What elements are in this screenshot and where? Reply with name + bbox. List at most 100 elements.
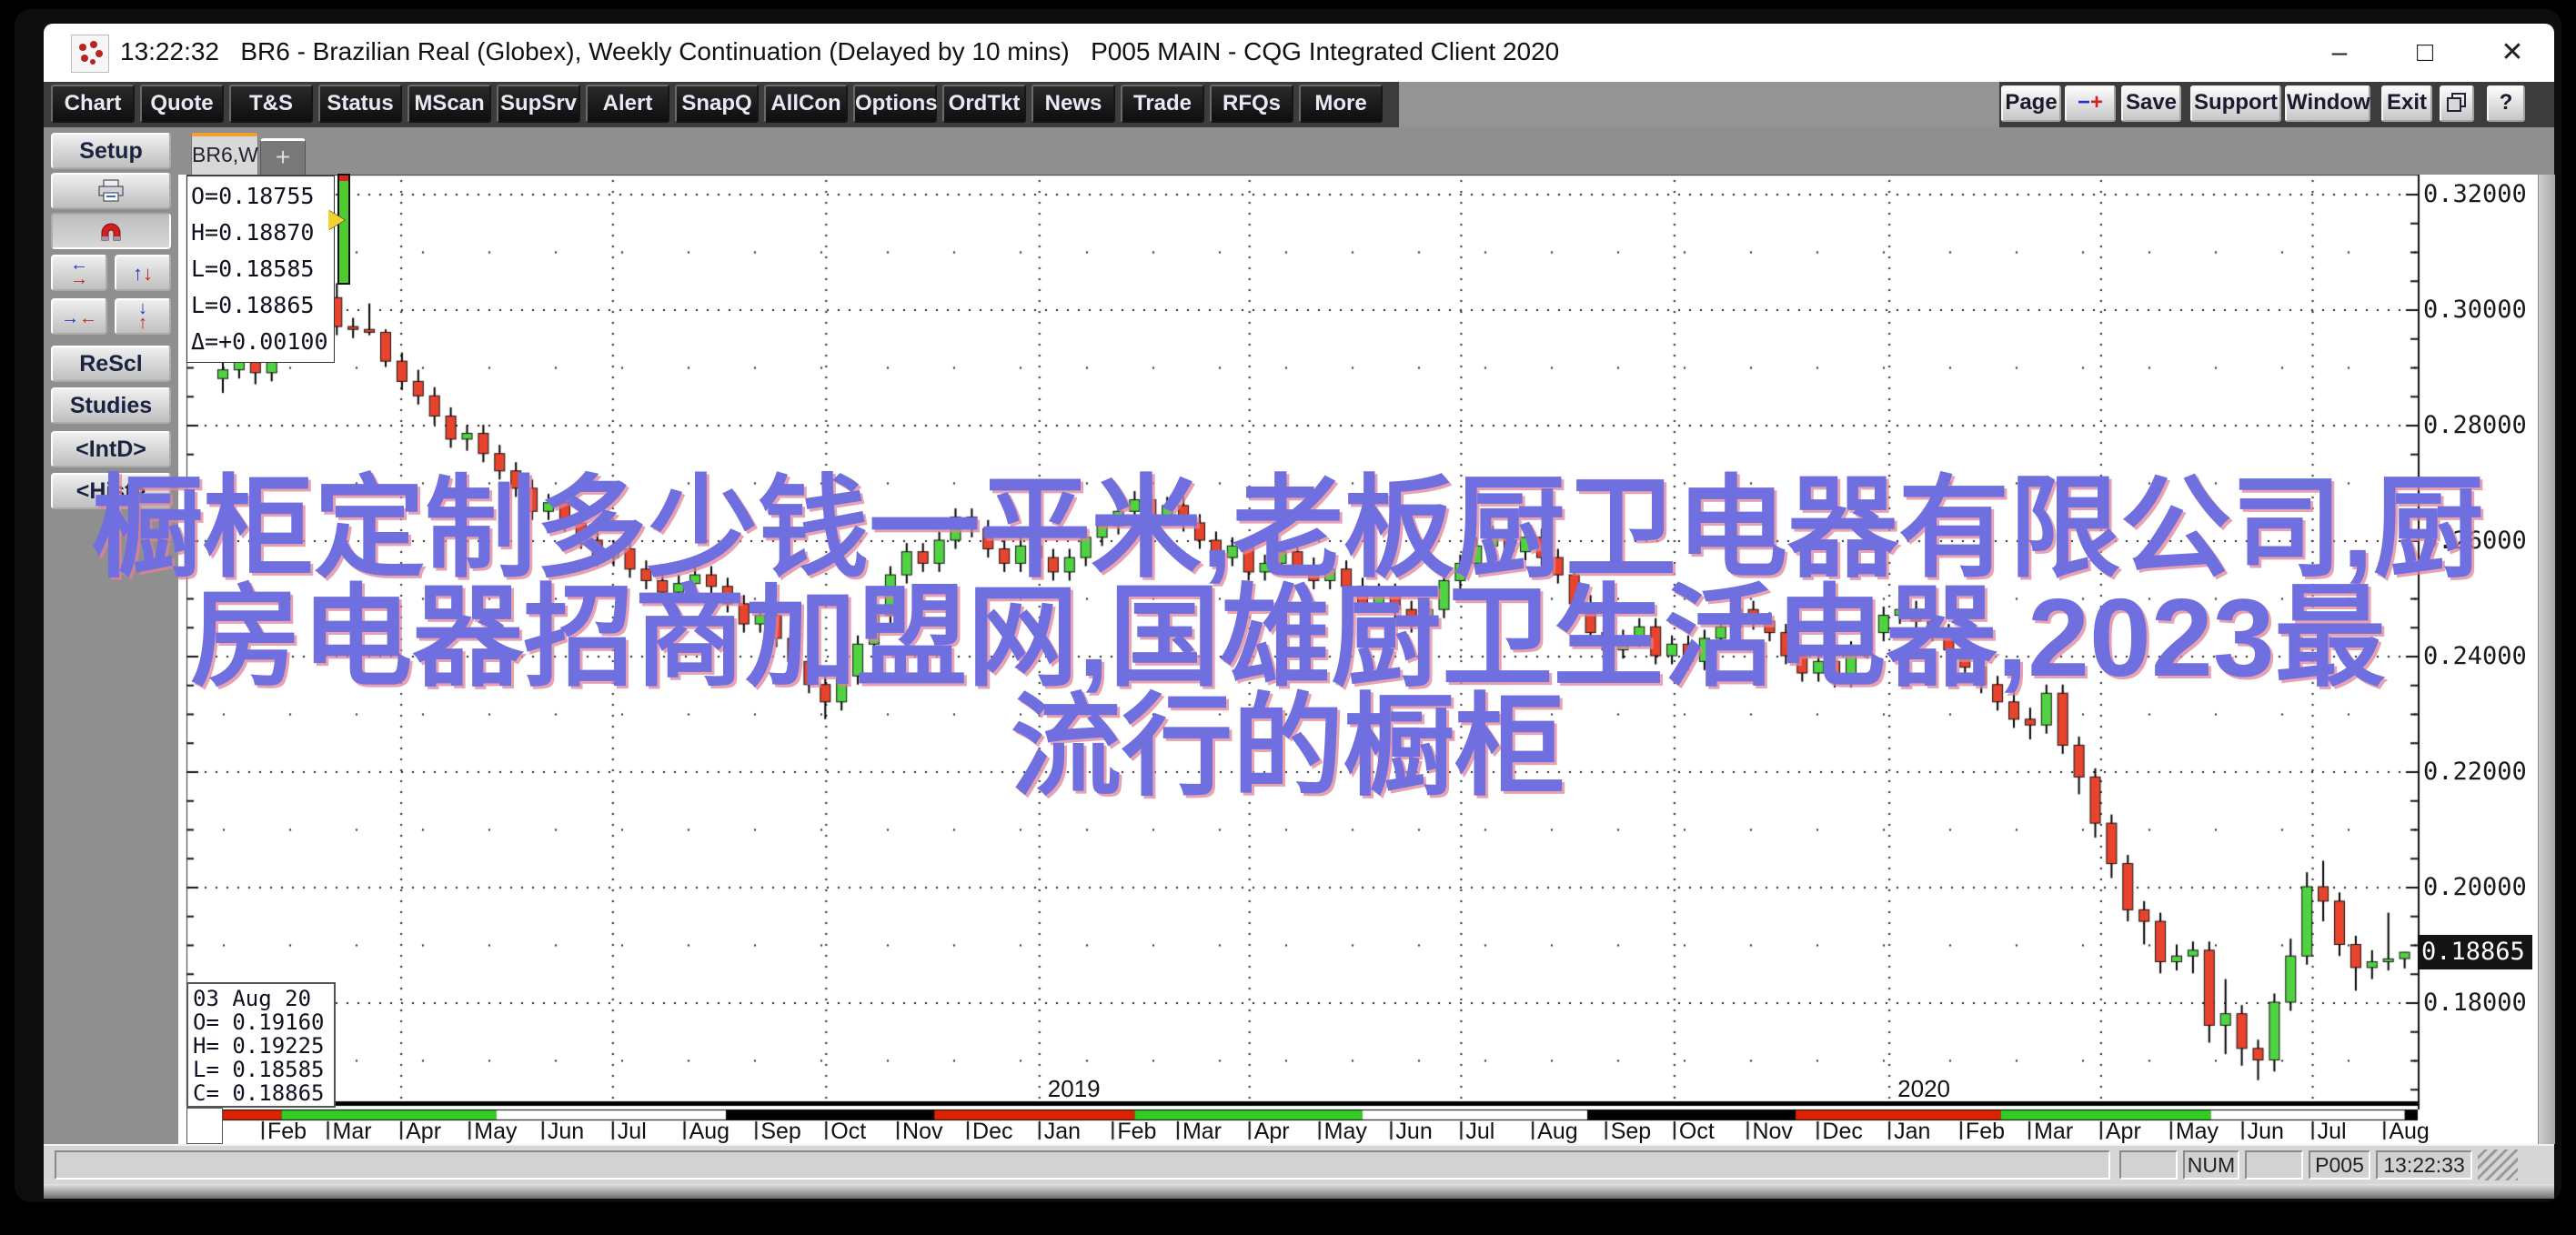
main-toolbar: Chart Quote T&S Status MScan SupSrv Aler… — [44, 82, 2554, 127]
swap-vertical-icon: ↑↓ — [133, 262, 153, 285]
compress-vertical-icon: ↓ ↑ — [138, 298, 147, 333]
cqg-logo-icon — [71, 35, 109, 73]
intraday-button[interactable]: <IntD> — [51, 431, 171, 467]
status-empty-panel-1 — [2119, 1150, 2178, 1180]
toolbar-button-rfqs[interactable]: RFQs — [1210, 85, 1293, 123]
info-high: H= 0.19225 — [193, 1033, 325, 1059]
studies-button[interactable]: Studies — [51, 387, 171, 424]
price-gauge — [328, 173, 350, 285]
toolbar-button-alert[interactable]: Alert — [586, 85, 669, 123]
page-button[interactable]: Page — [2001, 85, 2061, 122]
quote-open: O=0.18755 — [191, 183, 315, 209]
setup-button[interactable]: Setup — [51, 133, 171, 169]
maximize-icon[interactable]: □ — [2398, 35, 2452, 71]
toolbar-button-snapq[interactable]: SnapQ — [675, 85, 759, 123]
minimize-icon[interactable]: – — [2312, 35, 2367, 71]
x-axis-month-label: Jul — [617, 1119, 647, 1144]
toolbar-button-allcon[interactable]: AllCon — [764, 85, 848, 123]
info-date: 03 Aug 20 — [193, 986, 312, 1011]
y-axis-label: 0.32000 — [2423, 180, 2527, 208]
toolbar-button-quote[interactable]: Quote — [140, 85, 224, 123]
x-axis-month-label: Mar — [332, 1119, 372, 1144]
x-axis-month-label: Oct — [1678, 1119, 1715, 1144]
toolbar-button-ordtkt[interactable]: OrdTkt — [942, 85, 1026, 123]
cascade-windows-icon[interactable] — [2440, 85, 2474, 122]
scroll-horizontal-button[interactable]: ← → — [51, 255, 107, 291]
close-icon[interactable]: ✕ — [2485, 35, 2540, 71]
toolbar-button-mscan[interactable]: MScan — [408, 85, 491, 123]
info-close: C= 0.18865 — [193, 1080, 325, 1106]
x-axis-month-label: Sep — [760, 1119, 801, 1144]
toolbar-button-news[interactable]: News — [1031, 85, 1115, 123]
print-button[interactable] — [51, 173, 171, 209]
tab-br6-weekly[interactable]: BR6,W — [191, 133, 258, 178]
zoom-button[interactable]: −+ — [2065, 85, 2116, 122]
tab-bar: BR6,W + — [178, 127, 2554, 178]
toolbar-button-status[interactable]: Status — [318, 85, 402, 123]
zoom-out-icon[interactable]: − — [2078, 90, 2090, 115]
axis-corner-cell — [186, 1108, 223, 1144]
help-icon[interactable]: ? — [2487, 85, 2525, 122]
resize-grip[interactable] — [2478, 1150, 2518, 1180]
zoom-in-icon[interactable]: + — [2090, 90, 2103, 115]
window-button[interactable]: Window — [2285, 85, 2370, 122]
window-title: 13:22:32 BR6 - Brazilian Real (Globex), … — [120, 37, 1560, 65]
toolbar-button-options[interactable]: Options — [853, 85, 938, 123]
x-axis-month-label: Dec — [1822, 1119, 1863, 1144]
x-axis-month-label: Feb — [267, 1119, 307, 1144]
toolbar-button-chart[interactable]: Chart — [51, 85, 135, 123]
y-axis-label: 0.28000 — [2423, 411, 2527, 439]
status-num-lock: NUM — [2183, 1150, 2239, 1180]
printer-icon — [97, 179, 125, 208]
gauge-pointer-icon — [328, 209, 345, 230]
x-axis-month-label: May — [2175, 1119, 2219, 1144]
compress-horizontal-button[interactable]: →← — [51, 298, 107, 335]
scroll-vertical-button[interactable]: ↑↓ — [115, 255, 171, 291]
cqg-client-window: 13:22:32 BR6 - Brazilian Real (Globex), … — [0, 0, 2576, 1235]
status-message-panel — [55, 1150, 2110, 1180]
cursor-info-box: 03 Aug 20 O= 0.19160 H= 0.19225 L= 0.18585 C… — [186, 982, 336, 1108]
x-axis-month-label: Jul — [2317, 1119, 2347, 1144]
quote-high: H=0.18870 — [191, 219, 315, 246]
save-button[interactable]: Save — [2121, 85, 2181, 122]
swap-horizontal-icon: ← → — [70, 255, 88, 289]
x-axis-month-label: Sep — [1610, 1119, 1652, 1144]
x-axis-month-label: Apr — [1253, 1119, 1290, 1144]
y-axis-label: 0.20000 — [2423, 873, 2527, 901]
y-axis-label: 0.18000 — [2423, 989, 2527, 1017]
x-axis-month-label: Feb — [1965, 1119, 2006, 1144]
x-axis-month-label: Apr — [406, 1119, 442, 1144]
x-axis-year-label: 2019 — [1047, 1075, 1101, 1102]
compress-vertical-button[interactable]: ↓ ↑ — [115, 298, 171, 335]
toolbar-button-trade[interactable]: Trade — [1121, 85, 1204, 123]
x-axis-month-label: Nov — [902, 1119, 943, 1144]
quote-last: L=0.18865 — [191, 292, 315, 318]
toolbar-button-more[interactable]: More — [1299, 85, 1383, 123]
quote-change: Δ=+0.00100 — [191, 328, 328, 355]
title-bar[interactable]: 13:22:32 BR6 - Brazilian Real (Globex), … — [44, 24, 2554, 82]
magnet-button[interactable] — [51, 213, 171, 249]
x-axis-month-label: Dec — [972, 1119, 1013, 1144]
toolbar-button-supsrv[interactable]: SupSrv — [497, 85, 580, 123]
watermark-line-3: 流行的橱柜 — [1011, 685, 1565, 808]
toolbar-spacer — [1399, 82, 1999, 127]
x-axis-month-label: May — [1323, 1119, 1367, 1144]
status-clock: 13:22:33 — [2376, 1150, 2472, 1180]
support-button[interactable]: Support — [2190, 85, 2281, 122]
x-axis-month-label: Mar — [1182, 1119, 1222, 1144]
x-axis-month-label: Jan — [1043, 1119, 1082, 1144]
x-axis-month-label: Jun — [1395, 1119, 1433, 1144]
watermark-line-2: 房电器招商加盟网,国雄厨卫生活电器,2023最 — [190, 576, 2386, 699]
compress-horizontal-icon: →← — [61, 308, 97, 328]
status-page-id: P005 — [2309, 1150, 2370, 1180]
exit-button[interactable]: Exit — [2381, 85, 2432, 122]
x-axis-month-label: May — [474, 1119, 518, 1144]
x-axis-month-label: Aug — [1537, 1119, 1578, 1144]
magnet-icon — [96, 223, 126, 251]
info-low: L= 0.18585 — [193, 1057, 325, 1082]
add-tab-button[interactable]: + — [260, 138, 306, 178]
rescale-button[interactable]: ReScl — [51, 346, 171, 382]
toolbar-button-ts[interactable]: T&S — [229, 85, 313, 123]
last-price-tag: 0.18865 — [2418, 935, 2532, 970]
x-axis-month-label: Jan — [1894, 1119, 1931, 1144]
